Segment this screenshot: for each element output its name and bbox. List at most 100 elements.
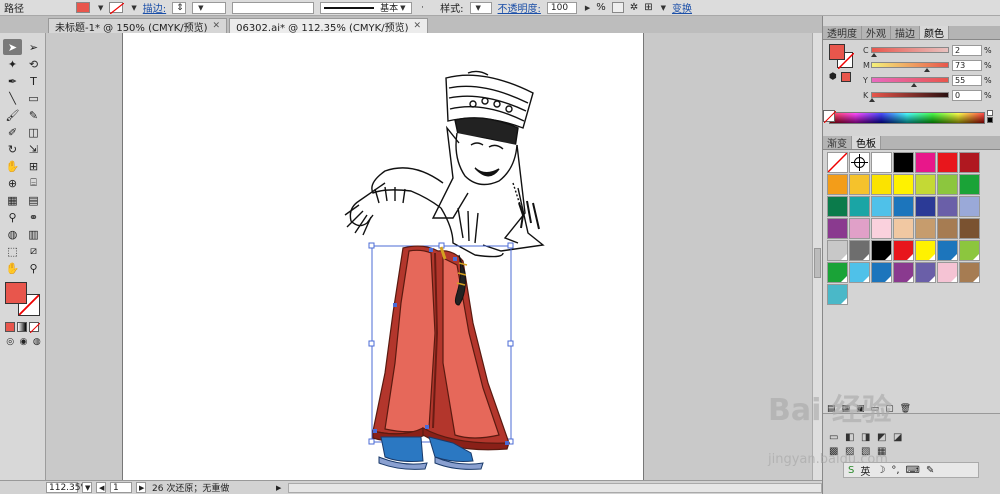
swatch[interactable] (915, 240, 936, 261)
fill-stroke-control[interactable] (3, 282, 43, 318)
swatch[interactable] (871, 152, 892, 173)
swatch[interactable] (959, 240, 980, 261)
swatch[interactable] (849, 174, 870, 195)
close-icon[interactable]: ✕ (213, 21, 221, 31)
status-menu-button[interactable]: ▶ (274, 482, 284, 493)
stroke-swatch[interactable] (109, 2, 125, 14)
swatch[interactable] (827, 240, 848, 261)
minus-front-icon[interactable]: ◨ (861, 432, 870, 443)
perspective-grid-tool-icon[interactable]: ⌸ (24, 175, 43, 191)
canvas-area[interactable] (46, 33, 812, 480)
swatch[interactable] (937, 196, 958, 217)
intersect-icon[interactable]: ◩ (877, 432, 886, 443)
keyboard-icon[interactable]: ⌨ (906, 465, 920, 476)
swatch[interactable] (915, 174, 936, 195)
swatch[interactable] (893, 174, 914, 195)
brush-dropdown[interactable]: · (418, 1, 435, 14)
swatch[interactable] (849, 240, 870, 261)
white-color-icon[interactable] (987, 110, 993, 116)
swatch[interactable] (871, 196, 892, 217)
style-dropdown[interactable]: ▼ (469, 1, 492, 14)
color-spectrum[interactable] (829, 112, 985, 124)
blob-brush-tool-icon[interactable]: ✐ (3, 124, 22, 140)
swatch-library-icon[interactable]: ▤ (827, 404, 836, 414)
channel-slider[interactable] (871, 62, 949, 72)
align-icon[interactable]: ⊞ (644, 2, 652, 13)
swatch[interactable] (871, 218, 892, 239)
swatch[interactable] (893, 152, 914, 173)
swatch[interactable] (827, 218, 848, 239)
swatch-options-icon[interactable]: ▣ (856, 404, 865, 414)
swatch[interactable] (893, 240, 914, 261)
color-mode-icon[interactable] (5, 322, 15, 332)
crop-icon[interactable]: ▦ (877, 446, 886, 457)
mesh-tool-icon[interactable]: ▦ (3, 192, 22, 208)
stroke-profile-dropdown[interactable]: 基本 ▼ (320, 1, 413, 14)
swatch-registration[interactable] (849, 152, 870, 173)
moon-icon[interactable]: ☽ (876, 465, 885, 476)
swatch[interactable] (871, 240, 892, 261)
fill-color-box[interactable] (5, 282, 27, 304)
none-color-icon[interactable] (823, 110, 837, 124)
selection-tool-icon[interactable]: ➤ (3, 39, 22, 55)
swatch[interactable] (893, 262, 914, 283)
chevron-down-icon[interactable]: ▼ (98, 4, 103, 12)
variable-width-dropdown[interactable] (232, 1, 315, 14)
draw-inside-icon[interactable]: ◍ (32, 336, 42, 347)
lasso-tool-icon[interactable]: ⟲ (24, 56, 43, 72)
none-mode-icon[interactable] (29, 322, 40, 333)
swatch[interactable] (827, 196, 848, 217)
warp-tool-icon[interactable]: ✋ (3, 158, 22, 174)
chevron-down-icon[interactable]: ▼ (661, 4, 666, 12)
tab-swatches[interactable]: 色板 (852, 136, 881, 150)
punctuation-icon[interactable]: °, (891, 465, 899, 476)
swatch[interactable] (849, 196, 870, 217)
swatch[interactable] (937, 240, 958, 261)
ime-lang-toggle[interactable]: 英 (860, 463, 870, 478)
swatch[interactable] (959, 196, 980, 217)
swatch-none[interactable] (827, 152, 848, 173)
swatch[interactable] (959, 262, 980, 283)
tab-color[interactable]: 颜色 (920, 26, 949, 40)
black-color-icon[interactable] (987, 117, 993, 123)
slider-thumb[interactable] (869, 98, 875, 102)
swatch[interactable] (915, 218, 936, 239)
stroke-weight-dropdown[interactable]: ▼ (192, 1, 227, 14)
slider-thumb[interactable] (924, 68, 931, 72)
paintbrush-tool-icon[interactable]: 🖌 (3, 107, 22, 123)
swatch[interactable] (915, 262, 936, 283)
tab-gradient[interactable]: 渐变 (823, 136, 852, 150)
pathfinder-icon[interactable]: ▭ (829, 432, 838, 443)
document-tab-untitled[interactable]: 未标题-1* @ 150% (CMYK/预览) ✕ (48, 18, 228, 34)
swatch[interactable] (827, 174, 848, 195)
stroke-weight-stepper[interactable]: ⇕ (172, 1, 187, 14)
magic-wand-tool-icon[interactable]: ✦ (3, 56, 22, 72)
swatch[interactable] (893, 196, 914, 217)
swatch[interactable] (937, 174, 958, 195)
line-tool-icon[interactable]: ╲ (3, 90, 22, 106)
vertical-scrollbar[interactable] (812, 33, 822, 480)
direct-selection-tool-icon[interactable]: ➢ (24, 39, 43, 55)
color-fill-stroke[interactable] (829, 44, 855, 69)
swatch[interactable] (959, 152, 980, 173)
draw-behind-icon[interactable]: ◉ (18, 336, 28, 347)
tab-transparency[interactable]: 透明度 (823, 26, 862, 40)
swatch[interactable] (937, 262, 958, 283)
gradient-tool-icon[interactable]: ▤ (24, 192, 43, 208)
wrench-icon[interactable]: ✎ (926, 465, 934, 476)
new-swatch-icon[interactable]: ▢ (885, 404, 894, 414)
ime-logo-icon[interactable]: S (848, 465, 854, 476)
swatch[interactable] (827, 284, 848, 305)
document-tab-06302[interactable]: 06302.ai* @ 112.35% (CMYK/预览) ✕ (229, 18, 429, 34)
artboard-tool-icon[interactable]: ⬚ (3, 243, 22, 259)
swatch[interactable] (959, 218, 980, 239)
prev-page-button[interactable]: ◀ (96, 482, 106, 493)
zoom-tool-icon[interactable]: ⚲ (24, 260, 43, 276)
swatch[interactable] (849, 262, 870, 283)
hand-tool-icon[interactable]: ✋ (3, 260, 22, 276)
artboard[interactable] (122, 33, 644, 480)
dancer-illustration[interactable] (123, 33, 645, 480)
swatch[interactable] (937, 152, 958, 173)
page-field[interactable]: 1 (110, 482, 132, 493)
draw-normal-icon[interactable]: ◎ (5, 336, 15, 347)
